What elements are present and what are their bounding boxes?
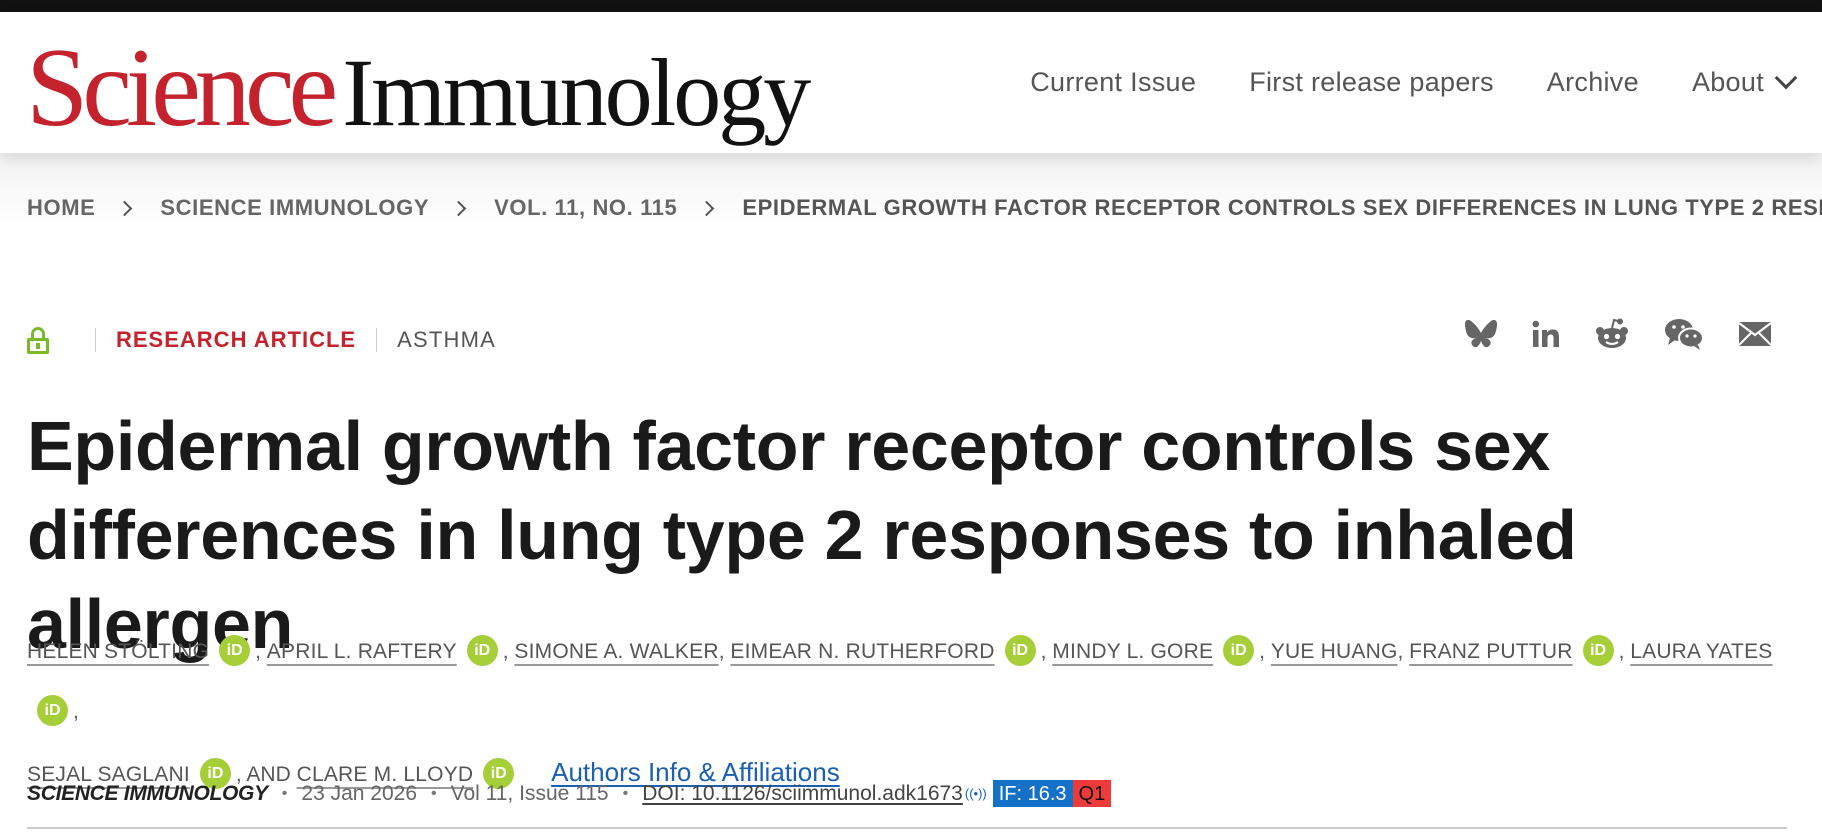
- logo-science-text: Science: [26, 26, 338, 150]
- article-type-label[interactable]: RESEARCH ARTICLE: [116, 327, 356, 353]
- email-icon[interactable]: [1738, 321, 1772, 347]
- main-nav: Current Issue First release papers Archi…: [1030, 12, 1798, 153]
- breadcrumb-home[interactable]: HOME: [27, 195, 95, 221]
- bullet-separator: •: [622, 784, 629, 802]
- site-header: Science Immunology Current Issue First re…: [0, 12, 1822, 153]
- chevron-right-icon: [450, 200, 467, 216]
- breadcrumb-journal[interactable]: SCIENCE IMMUNOLOGY: [160, 195, 429, 221]
- chevron-right-icon: [699, 200, 715, 216]
- chevron-down-icon: [1774, 66, 1798, 89]
- breadcrumb-current-article: EPIDERMAL GROWTH FACTOR RECEPTOR CONTROL…: [742, 195, 1822, 220]
- top-black-bar: [0, 0, 1822, 12]
- breadcrumb: HOME SCIENCE IMMUNOLOGY VOL. 11, NO. 115…: [27, 195, 1822, 221]
- orcid-icon[interactable]: iD: [1223, 634, 1255, 666]
- altmetric-icon[interactable]: ((•)): [965, 786, 987, 801]
- impact-factor-badge: IF: 16.3: [992, 780, 1073, 807]
- author-name[interactable]: APRIL L. RAFTERY: [267, 640, 457, 663]
- linkedin-icon[interactable]: [1532, 320, 1560, 348]
- doi-link[interactable]: DOI: 10.1126/sciimmunol.adk1673: [642, 782, 963, 806]
- author-name[interactable]: SIMONE A. WALKER: [514, 640, 718, 663]
- open-lock-icon: [27, 326, 49, 354]
- breadcrumb-issue[interactable]: VOL. 11, NO. 115: [494, 195, 677, 221]
- author-name[interactable]: MINDY L. GORE: [1052, 640, 1213, 663]
- author-name[interactable]: EIMEAR N. RUTHERFORD: [730, 640, 994, 663]
- nav-archive[interactable]: Archive: [1547, 67, 1639, 98]
- divider-line: [27, 827, 1787, 829]
- chevron-right-icon: [117, 200, 133, 216]
- wechat-icon[interactable]: [1664, 318, 1704, 350]
- publication-date: 23 Jan 2026: [301, 781, 417, 805]
- quartile-badge: Q1: [1072, 780, 1112, 807]
- bluesky-icon[interactable]: [1464, 319, 1498, 349]
- author-name[interactable]: YUE HUANG: [1271, 640, 1398, 663]
- article-meta-row: RESEARCH ARTICLE ASTHMA: [27, 325, 496, 355]
- author-list: HELEN STÖLTING iD, APRIL L. RAFTERY iD, SI…: [27, 622, 1787, 805]
- volume-issue[interactable]: Vol 11, Issue 115: [451, 782, 609, 806]
- logo-journal-text: Immunology: [342, 39, 811, 146]
- orcid-icon[interactable]: iD: [219, 634, 251, 666]
- nav-about-label: About: [1691, 67, 1764, 97]
- nav-first-release-papers[interactable]: First release papers: [1249, 67, 1494, 98]
- nav-current-issue[interactable]: Current Issue: [1030, 67, 1196, 98]
- orcid-icon[interactable]: iD: [1004, 634, 1036, 666]
- reddit-icon[interactable]: [1594, 318, 1630, 350]
- divider: [95, 328, 96, 352]
- orcid-icon[interactable]: iD: [466, 634, 498, 666]
- publication-info: SCIENCE IMMUNOLOGY • 23 Jan 2026 • Vol 1…: [27, 780, 1112, 807]
- subject-label[interactable]: ASTHMA: [397, 327, 496, 353]
- journal-logo[interactable]: Science Immunology: [26, 26, 811, 150]
- bullet-separator: •: [431, 784, 437, 802]
- divider: [376, 328, 378, 352]
- bullet-separator: •: [281, 784, 288, 802]
- nav-about[interactable]: About: [1691, 66, 1798, 98]
- author-name[interactable]: LAURA YATES: [1630, 640, 1772, 663]
- orcid-icon[interactable]: iD: [1582, 634, 1614, 666]
- journal-name[interactable]: SCIENCE IMMUNOLOGY: [27, 782, 268, 806]
- share-toolbar: [1464, 318, 1772, 350]
- author-name[interactable]: HELEN STÖLTING: [27, 640, 209, 663]
- orcid-icon[interactable]: iD: [37, 694, 68, 726]
- author-name[interactable]: FRANZ PUTTUR: [1409, 640, 1572, 663]
